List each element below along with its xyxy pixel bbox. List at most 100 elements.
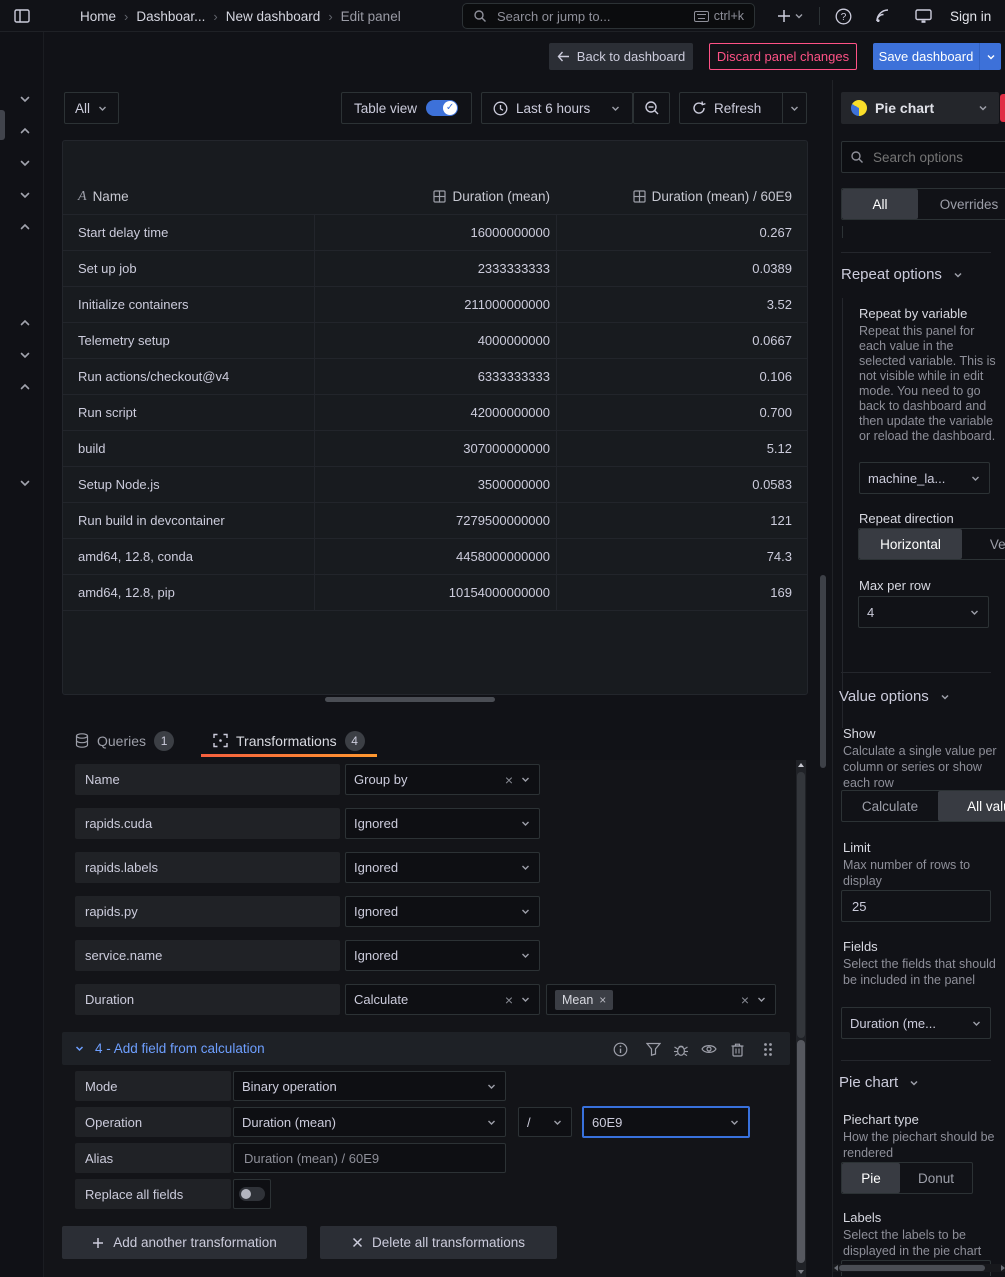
donut-option[interactable]: Donut <box>900 1163 972 1193</box>
chevron-up-icon[interactable] <box>18 380 32 394</box>
alias-input[interactable] <box>242 1150 497 1167</box>
value-options-header[interactable]: Value options <box>839 688 951 705</box>
add-menu-button[interactable] <box>776 6 806 26</box>
save-dashboard-dropdown[interactable] <box>979 43 1001 70</box>
chevron-down-icon[interactable] <box>18 92 32 106</box>
all-filter-dropdown[interactable]: All <box>64 92 119 124</box>
chevron-down-icon[interactable] <box>18 156 32 170</box>
filter-icon[interactable] <box>645 1041 661 1057</box>
scroll-right-arrow[interactable] <box>1001 1265 1005 1271</box>
tab-queries[interactable]: Queries 1 <box>63 724 186 757</box>
chevron-up-icon[interactable] <box>18 124 32 138</box>
options-search-box[interactable] <box>841 141 1005 173</box>
delete-all-transformations-button[interactable]: Delete all transformations <box>320 1226 557 1259</box>
visualization-picker[interactable]: Pie chart <box>841 92 999 124</box>
scrollbar-thumb[interactable] <box>797 1040 805 1263</box>
clear-icon[interactable]: × <box>741 993 749 1007</box>
time-range-picker[interactable]: Last 6 hours <box>481 92 633 124</box>
help-icon[interactable]: ? <box>833 6 853 26</box>
pie-chart-section-header[interactable]: Pie chart <box>839 1074 920 1091</box>
breadcrumb-item[interactable]: Dashboar... <box>136 9 205 24</box>
scroll-up-arrow[interactable] <box>798 763 804 767</box>
collapse-chevron-icon[interactable] <box>74 1043 85 1054</box>
search-box[interactable]: ctrl+k <box>462 3 755 29</box>
operand-right-dropdown[interactable]: 60E9 <box>582 1106 750 1138</box>
field-action-dropdown[interactable]: Ignored <box>345 896 540 927</box>
scroll-left-arrow[interactable] <box>834 1265 838 1271</box>
column-header-name[interactable]: A Name <box>63 179 314 214</box>
repeat-options-header[interactable]: Repeat options <box>841 266 964 283</box>
transformation-title[interactable]: 4 - Add field from calculation <box>95 1041 265 1056</box>
pie-option[interactable]: Pie <box>842 1163 900 1193</box>
info-icon[interactable] <box>612 1041 628 1057</box>
scrollbar-thumb[interactable] <box>839 1265 985 1271</box>
options-search-input[interactable] <box>871 149 1004 166</box>
max-per-row-dropdown[interactable]: 4 <box>858 596 989 628</box>
scope-overrides-option[interactable]: Overrides <box>918 189 1005 219</box>
fields-dropdown[interactable]: Duration (me... <box>841 1007 991 1039</box>
cell-name: Setup Node.js <box>63 467 314 502</box>
field-action-dropdown[interactable]: Ignored <box>345 940 540 971</box>
field-action-dropdown[interactable]: Ignored <box>345 808 540 839</box>
table-view-toggle[interactable]: Table view ✓ <box>341 92 472 124</box>
breadcrumb-item[interactable]: New dashboard <box>226 9 321 24</box>
trash-icon[interactable] <box>729 1041 745 1057</box>
remove-chip-icon[interactable]: × <box>599 994 606 1006</box>
pane-vertical-scrollbar-thumb[interactable] <box>820 575 826 768</box>
field-action-dropdown[interactable]: Ignored <box>345 852 540 883</box>
calculation-chip[interactable]: Mean× <box>555 990 613 1010</box>
add-transformation-button[interactable]: Add another transformation <box>62 1226 307 1259</box>
scrollbar-track-segment <box>797 772 805 1038</box>
clear-icon[interactable]: × <box>505 993 513 1007</box>
clear-icon[interactable]: × <box>505 773 513 787</box>
column-header-duration-div[interactable]: Duration (mean) / 60E9 <box>556 179 807 214</box>
scope-all-option[interactable]: All <box>842 189 918 219</box>
operand-left-dropdown[interactable]: Duration (mean) <box>233 1107 506 1137</box>
chevron-down-icon[interactable] <box>18 476 32 490</box>
chevron-down-icon[interactable] <box>18 348 32 362</box>
limit-input-box[interactable] <box>841 890 991 922</box>
arrow-left-icon <box>557 51 570 62</box>
refresh-interval-dropdown[interactable] <box>782 93 806 123</box>
sidebar-toggle-icon[interactable] <box>12 6 32 26</box>
news-rss-icon[interactable] <box>873 6 893 26</box>
direction-horizontal-option[interactable]: Horizontal <box>859 529 962 559</box>
show-calculate-option[interactable]: Calculate <box>842 791 938 821</box>
discard-panel-changes-button[interactable]: Discard panel changes <box>709 43 857 70</box>
calculations-multiselect[interactable]: Mean×× <box>546 984 776 1015</box>
field-action-dropdown[interactable]: Calculate× <box>345 984 540 1015</box>
direction-vertical-option[interactable]: Vertical <box>962 529 1005 559</box>
search-input[interactable] <box>495 8 686 25</box>
toggle-on-icon[interactable]: ✓ <box>426 100 458 116</box>
sign-in-link[interactable]: Sign in <box>950 0 991 32</box>
show-all-values-option[interactable]: All values <box>938 791 1005 821</box>
chevron-down-icon <box>520 862 531 873</box>
scroll-down-arrow[interactable] <box>798 1270 804 1274</box>
transformations-scrollbar[interactable] <box>796 760 806 1277</box>
chevron-down-icon[interactable] <box>18 188 32 202</box>
screen-share-icon[interactable] <box>913 6 933 26</box>
save-dashboard-button[interactable]: Save dashboard <box>873 43 1001 70</box>
horizontal-scrollbar-thumb[interactable] <box>325 697 495 702</box>
chevron-up-icon[interactable] <box>18 220 32 234</box>
mode-dropdown[interactable]: Binary operation <box>233 1071 506 1101</box>
field-action-dropdown[interactable]: Group by× <box>345 764 540 795</box>
zoom-out-time-button[interactable] <box>633 92 670 124</box>
clipped-red-button[interactable] <box>1000 94 1005 122</box>
alias-input-box[interactable] <box>233 1143 506 1173</box>
chevron-down-icon <box>520 950 531 961</box>
repeat-variable-dropdown[interactable]: machine_la... <box>859 462 990 494</box>
sidebar-horizontal-scrollbar[interactable] <box>833 1264 1005 1272</box>
breadcrumb-item[interactable]: Home <box>80 9 116 24</box>
back-to-dashboard-button[interactable]: Back to dashboard <box>549 43 693 70</box>
chevron-up-icon[interactable] <box>18 316 32 330</box>
eye-icon[interactable] <box>701 1041 717 1057</box>
replace-all-fields-toggle[interactable] <box>233 1179 271 1209</box>
debug-icon[interactable] <box>673 1041 689 1057</box>
column-header-duration-mean[interactable]: Duration (mean) <box>314 179 556 214</box>
drag-handle-icon[interactable] <box>760 1041 776 1057</box>
limit-input[interactable] <box>850 898 982 915</box>
refresh-button[interactable]: Refresh <box>679 92 807 124</box>
tab-transformations[interactable]: Transformations 4 <box>201 724 377 757</box>
operator-dropdown[interactable]: / <box>518 1107 572 1137</box>
